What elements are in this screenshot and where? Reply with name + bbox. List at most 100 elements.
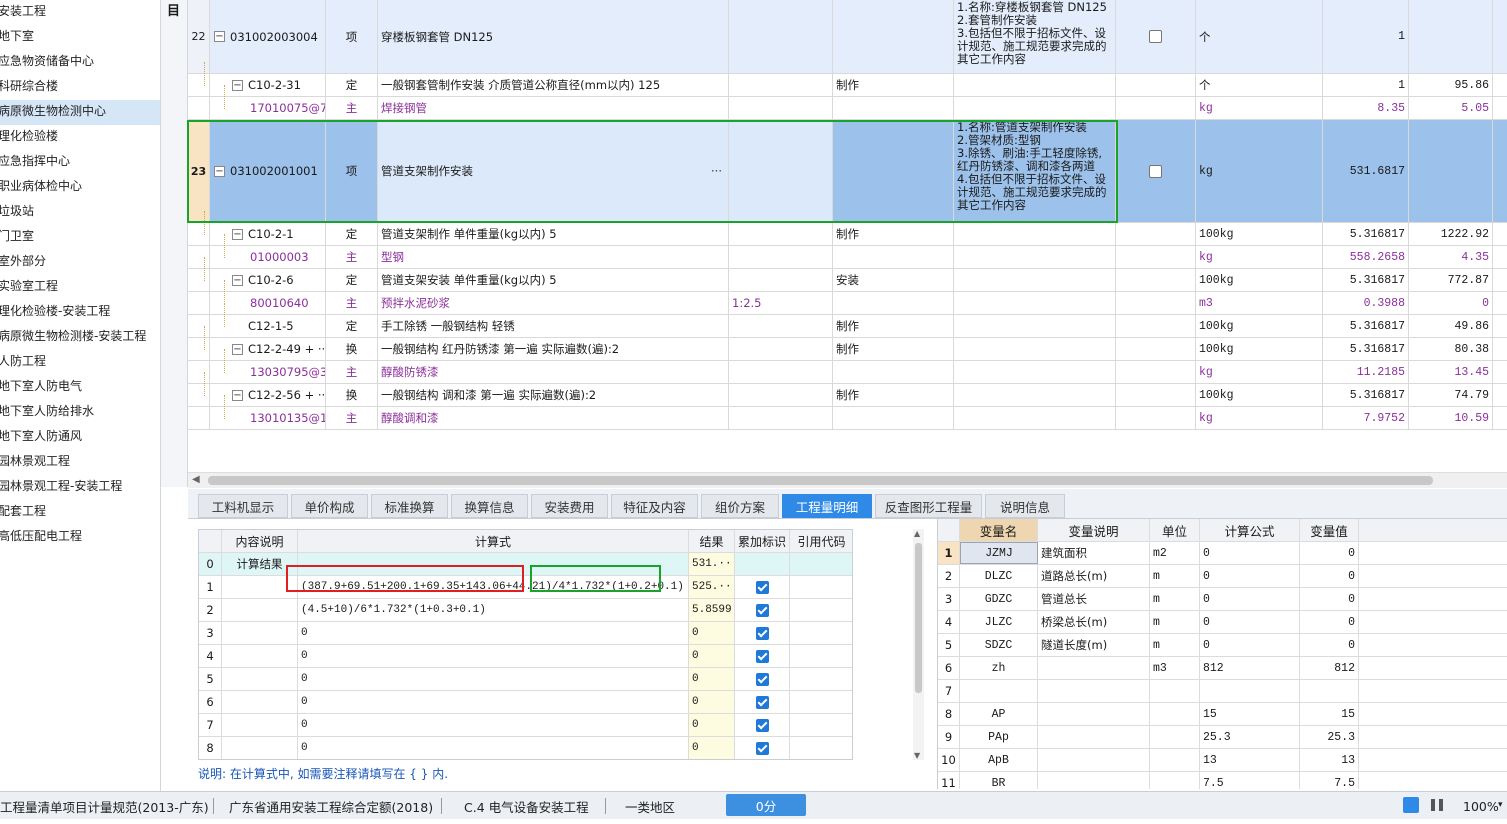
description-cell[interactable] xyxy=(954,384,1116,406)
feature-cell[interactable] xyxy=(729,120,833,222)
calc-expression-cell[interactable]: 0 xyxy=(298,691,689,713)
var-row[interactable]: 1 JZMJ 建筑面积 m2 0 0 xyxy=(938,542,1507,565)
var-cell-name[interactable]: PAp xyxy=(960,726,1038,748)
var-cell-unit[interactable] xyxy=(1150,680,1200,702)
calc-row[interactable]: 0 计算结果 531.··· xyxy=(199,553,852,576)
var-cell-name[interactable]: DLZC xyxy=(960,565,1038,587)
price-cell[interactable]: 772.87 xyxy=(1409,269,1493,291)
description-cell[interactable] xyxy=(954,74,1116,96)
work-cell[interactable]: 制作 xyxy=(833,223,954,245)
tab-3[interactable]: 换算信息 xyxy=(451,494,528,518)
code-cell[interactable]: C12-1-5 xyxy=(210,315,326,337)
collapse-toggle-icon[interactable]: − xyxy=(232,343,243,355)
tab-4[interactable]: 安装费用 xyxy=(531,494,608,518)
code-cell[interactable]: −031002003004 xyxy=(210,0,326,73)
tab-9[interactable]: 说明信息 xyxy=(985,494,1065,518)
tree-item[interactable]: 地下室人防通风 xyxy=(0,425,160,450)
var-row[interactable]: 5 SDZC 隧道长度(m) m 0 0 xyxy=(938,634,1507,657)
name-cell[interactable]: 一般钢套管制作安装 介质管道公称直径(mm以内) 125 xyxy=(378,74,729,96)
code-cell[interactable]: − C10-2-6 xyxy=(210,269,326,291)
table-row[interactable]: 01000003 主 型钢 kg 558.2658 4.35 xyxy=(188,246,1507,269)
feature-cell[interactable] xyxy=(729,384,833,406)
var-cell-name[interactable]: JLZC xyxy=(960,611,1038,633)
tab-0[interactable]: 工料机显示 xyxy=(198,494,288,518)
var-cell-value[interactable]: 0 xyxy=(1300,565,1359,587)
table-row[interactable]: 13010135@1 主 醇酸调和漆 kg 7.9752 10.59 xyxy=(188,407,1507,430)
checkbox-cell[interactable] xyxy=(1116,269,1196,291)
tree-item[interactable]: 园林景观工程 xyxy=(0,450,160,475)
tree-item[interactable]: 理化检验楼-安装工程 xyxy=(0,300,160,325)
calc-ref-code-cell[interactable] xyxy=(790,645,852,667)
var-cell-desc[interactable] xyxy=(1038,772,1150,789)
status-region[interactable]: 一类地区 xyxy=(625,797,675,815)
quantity-cell[interactable]: 5.316817 xyxy=(1323,315,1409,337)
tree-item[interactable]: 应急物资储备中心 xyxy=(0,50,160,75)
unit-cell[interactable]: kg xyxy=(1196,361,1323,383)
var-cell-desc[interactable]: 桥梁总长(m) xyxy=(1038,611,1150,633)
calc-expression-cell[interactable]: 0 xyxy=(298,668,689,690)
price-cell[interactable] xyxy=(1409,0,1493,73)
var-cell-desc[interactable] xyxy=(1038,680,1150,702)
quantity-cell[interactable]: 8.35 xyxy=(1323,97,1409,119)
unit-cell[interactable]: 个 xyxy=(1196,74,1323,96)
table-row[interactable]: C12-1-5 定 手工除锈 一般钢结构 轻锈 制作 100kg 5.316817 49.8… xyxy=(188,315,1507,338)
work-cell[interactable]: 制作 xyxy=(833,315,954,337)
checkbox-cell[interactable] xyxy=(1116,74,1196,96)
feature-cell[interactable]: 1:2.5 xyxy=(729,292,833,314)
unit-cell[interactable]: 100kg xyxy=(1196,338,1323,360)
quantity-cell[interactable]: 1 xyxy=(1323,74,1409,96)
name-cell[interactable]: 型钢 xyxy=(378,246,729,268)
calc-row[interactable]: 8 00 xyxy=(199,737,852,759)
description-cell[interactable] xyxy=(954,361,1116,383)
accumulate-checkbox[interactable] xyxy=(755,672,769,686)
feature-cell[interactable] xyxy=(729,407,833,429)
var-row[interactable]: 2 DLZC 道路总长(m) m 0 0 xyxy=(938,565,1507,588)
code-cell[interactable]: 17010075@7 xyxy=(210,97,326,119)
name-cell[interactable]: 一般钢结构 调和漆 第一遍 实际遍数(遍):2 xyxy=(378,384,729,406)
zoom-dropdown-icon[interactable]: ▾ xyxy=(1498,800,1503,810)
calc-result-cell[interactable]: 525.··· xyxy=(689,576,735,598)
unit-cell[interactable]: kg xyxy=(1196,120,1323,222)
unit-cell[interactable]: m3 xyxy=(1196,292,1323,314)
var-cell-desc[interactable]: 建筑面积 xyxy=(1038,542,1150,564)
var-cell-desc[interactable]: 管道总长 xyxy=(1038,588,1150,610)
tab-1[interactable]: 单价构成 xyxy=(291,494,368,518)
tab-7[interactable]: 工程量明细 xyxy=(782,494,872,518)
status-section[interactable]: C.4 电气设备安装工程 xyxy=(464,797,589,815)
calc-accumulate-cell[interactable] xyxy=(735,599,790,621)
work-cell[interactable] xyxy=(833,97,954,119)
tree-item[interactable]: 配套工程 xyxy=(0,500,160,525)
calc-ref-code-cell[interactable] xyxy=(790,553,852,575)
var-cell-name[interactable]: AP xyxy=(960,703,1038,725)
var-cell-name[interactable]: ApB xyxy=(960,749,1038,771)
var-cell-unit[interactable] xyxy=(1150,749,1200,771)
calc-row[interactable]: 2 (4.5+10)/6*1.732*(1+0.3+0.1) 5.8599 xyxy=(199,599,852,622)
var-cell-value[interactable] xyxy=(1300,680,1359,702)
price-cell[interactable]: 95.86 xyxy=(1409,74,1493,96)
scroll-up-icon[interactable]: ▲ xyxy=(914,529,920,538)
zoom-level[interactable]: 100% xyxy=(1463,797,1499,815)
description-cell[interactable] xyxy=(954,269,1116,291)
var-cell-formula[interactable]: 0 xyxy=(1200,542,1300,564)
var-cell-formula[interactable]: 13 xyxy=(1200,749,1300,771)
quantity-cell[interactable]: 0.3988 xyxy=(1323,292,1409,314)
calc-expression-cell[interactable]: 0 xyxy=(298,714,689,736)
feature-cell[interactable] xyxy=(729,97,833,119)
var-cell-value[interactable]: 0 xyxy=(1300,542,1359,564)
work-cell[interactable] xyxy=(833,0,954,73)
unit-cell[interactable]: 100kg xyxy=(1196,315,1323,337)
price-cell[interactable]: 80.38 xyxy=(1409,338,1493,360)
collapse-toggle-icon[interactable]: − xyxy=(232,228,243,240)
var-cell-value[interactable]: 25.3 xyxy=(1300,726,1359,748)
var-cell-unit[interactable]: m xyxy=(1150,565,1200,587)
tree-item[interactable]: 安装工程 xyxy=(0,0,160,25)
var-cell-value[interactable]: 7.5 xyxy=(1300,772,1359,789)
code-cell[interactable]: 13030795@3 xyxy=(210,361,326,383)
tab-2[interactable]: 标准换算 xyxy=(371,494,448,518)
work-cell[interactable] xyxy=(833,407,954,429)
calc-result-cell[interactable]: 5.8599 xyxy=(689,599,735,621)
calc-desc-cell[interactable] xyxy=(222,645,298,667)
tree-item[interactable]: 病原微生物检测中心 xyxy=(0,100,160,125)
var-cell-unit[interactable] xyxy=(1150,703,1200,725)
collapse-toggle-icon[interactable]: − xyxy=(232,79,243,91)
